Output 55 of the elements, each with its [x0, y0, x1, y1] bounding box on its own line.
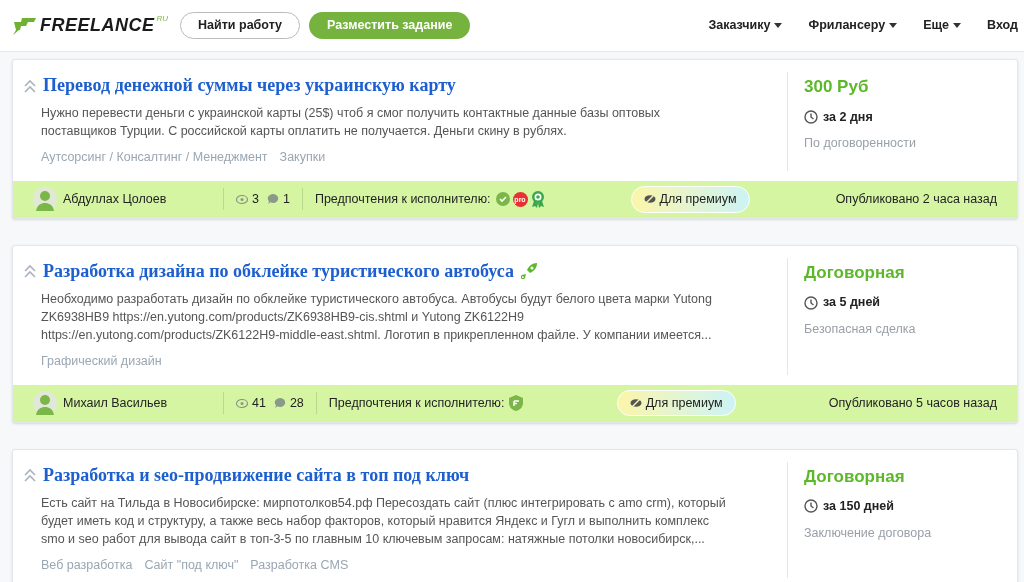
- shield-icon: [509, 395, 524, 411]
- logo-text[interactable]: FREELANCE: [40, 12, 155, 39]
- comments-count: 28: [289, 394, 304, 412]
- double-chevron-up-icon[interactable]: [23, 467, 37, 483]
- published-time: Опубликовано 5 часов назад: [828, 394, 997, 412]
- check-icon: [495, 192, 510, 207]
- payment-type-text: Заключение договора: [804, 524, 933, 542]
- premium-badge[interactable]: Для премиум: [616, 389, 736, 417]
- price-text: 300 Руб: [804, 76, 870, 98]
- views-count: 3: [252, 190, 259, 208]
- clock-icon: [804, 499, 818, 514]
- caret-icon: [889, 23, 898, 28]
- project-description: Есть сайт на Тильда в Новосибирске: мирпотолков54.рф Пересоздать сайт (плюс интегрировать с amo crm), который будет иметь код и структуру, а также весь набор факторов, который нравится Яндекс и Гугл и выполнить комплекс smo и seo работ для вывода сайт в топ-3-5 по главным 10 ключевым запросам: натяжные потолки новосибирск,...: [41, 494, 727, 548]
- comments-count: 1: [282, 190, 290, 208]
- comment-icon: [273, 397, 286, 409]
- author-link[interactable]: Михаил Васильев: [63, 393, 168, 413]
- payment-type-text: По договоренности: [804, 135, 917, 153]
- project-title-link[interactable]: Перевод денежной суммы через украинскую карту: [43, 72, 456, 99]
- eye-icon: [236, 398, 248, 408]
- eye-icon: [236, 194, 248, 204]
- author-link[interactable]: Абдуллах Цолоев: [63, 189, 167, 209]
- avatar-icon: [33, 187, 57, 212]
- payment-type-text: Безопасная сделка: [804, 321, 917, 338]
- avatar-icon: [33, 391, 57, 415]
- preferences-label: Предпочтения к исполнителю:: [328, 394, 505, 412]
- preferences-label: Предпочтения к исполнителю:: [314, 190, 491, 208]
- project-title-link[interactable]: Разработка дизайна по обклейке туристического автобуса: [43, 257, 514, 285]
- caret-icon: [953, 23, 962, 28]
- clock-icon: [804, 295, 818, 310]
- double-chevron-up-icon[interactable]: [23, 263, 37, 280]
- project-description: Необходимо разработать дизайн по обклейке туристического автобуса. Автобусы будут белого цвета марки Yutong ZK6938HB9 https://en.yutong.com/products/ZK6938HB9-cis.shtml и Yutong ZK6122H9 https://en.yutong.com/products/ZK6122H9-middle-east.shtml. Логотип в прикрепленном файле. У компании имеется...: [41, 290, 713, 344]
- logo-suffix: RU: [156, 13, 169, 25]
- rocket-icon: [520, 262, 538, 281]
- price-text: Договорная: [804, 261, 906, 284]
- price-text: Договорная: [804, 465, 906, 488]
- nav-menu-item[interactable]: Фрилансеру: [808, 16, 898, 35]
- clock-icon: [804, 109, 818, 124]
- term-text: за 150 дней: [823, 498, 894, 515]
- hidden-eye-icon: [629, 398, 642, 408]
- hidden-eye-icon: [643, 194, 656, 205]
- views-count: 41: [252, 394, 266, 412]
- project-description: Нужно перевести деньги с украинской карты (25$) чтоб я смог получить контактные данные базы оптовых поставщиков Турции. С российской карты оплатить не получается. Деньги скину в рублях.: [41, 105, 662, 140]
- double-chevron-up-icon[interactable]: [23, 77, 37, 94]
- premium-badge[interactable]: Для премиум: [630, 185, 750, 213]
- nav-menu-item[interactable]: Вход: [987, 16, 1018, 35]
- award-icon: [530, 190, 545, 209]
- comment-icon: [266, 193, 279, 206]
- nav-menu-item[interactable]: Еще: [923, 16, 962, 35]
- term-text: за 2 дня: [823, 108, 873, 126]
- logo-icon[interactable]: [12, 15, 38, 36]
- published-time: Опубликовано 2 часа назад: [835, 190, 997, 208]
- caret-icon: [774, 23, 783, 28]
- nav-menu-item[interactable]: Заказчику: [708, 16, 783, 35]
- term-text: за 5 дней: [823, 294, 881, 312]
- project-title-link[interactable]: Разработка и seo-продвижение сайта в топ под ключ: [43, 461, 470, 489]
